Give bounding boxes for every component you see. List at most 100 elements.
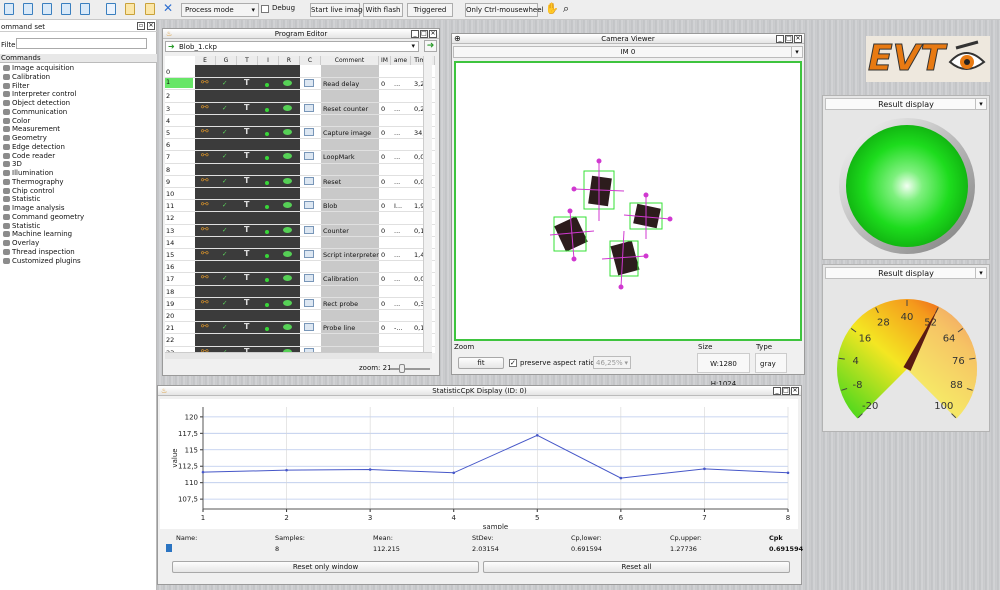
link-icon[interactable]: ⚯ bbox=[201, 103, 209, 113]
command-item[interactable]: Illumination bbox=[3, 169, 53, 178]
row-number[interactable]: 0 bbox=[166, 68, 194, 76]
row-im[interactable]: 0 bbox=[381, 227, 385, 235]
status-dot-icon[interactable] bbox=[265, 132, 269, 136]
row-number[interactable]: 16 bbox=[166, 263, 194, 271]
row-number[interactable]: 2 bbox=[166, 92, 194, 100]
row-comment[interactable]: Capture image bbox=[323, 129, 371, 137]
visible-eye-icon[interactable] bbox=[283, 104, 292, 111]
status-dot-icon[interactable] bbox=[265, 107, 269, 112]
text-icon[interactable]: T bbox=[244, 176, 249, 185]
text-icon[interactable]: T bbox=[244, 225, 249, 234]
text-icon[interactable]: T bbox=[244, 127, 249, 136]
command-item[interactable]: Statistic bbox=[3, 195, 40, 204]
column-header[interactable]: R bbox=[279, 56, 300, 65]
horizontal-scrollbar[interactable] bbox=[165, 352, 432, 359]
command-item[interactable]: Filter bbox=[3, 82, 29, 91]
row-ame[interactable]: ... bbox=[394, 178, 400, 186]
command-item[interactable]: Code reader bbox=[3, 152, 55, 161]
zoom-tool-icon[interactable]: ⌕ bbox=[563, 2, 569, 16]
visible-eye-icon[interactable] bbox=[283, 177, 292, 184]
check-icon[interactable]: ✓ bbox=[222, 250, 227, 258]
zoom-value-spinbox[interactable]: 46,25% ▾ bbox=[593, 356, 631, 369]
mode-select[interactable]: Process mode ▾ bbox=[181, 3, 259, 17]
row-im[interactable]: 0 bbox=[381, 251, 385, 259]
status-dot-icon[interactable] bbox=[265, 254, 269, 258]
command-item[interactable]: Measurement bbox=[3, 125, 60, 134]
link-icon[interactable]: ⚯ bbox=[201, 200, 209, 210]
column-header[interactable]: C bbox=[300, 56, 321, 65]
row-number[interactable]: 10 bbox=[166, 190, 194, 198]
row-number[interactable]: 12 bbox=[166, 214, 194, 222]
only-ctrl-mousewheel-button[interactable]: Only Ctrl-mousewheel bbox=[465, 3, 543, 17]
page-icon[interactable] bbox=[106, 3, 116, 15]
link-icon[interactable]: ⚯ bbox=[201, 322, 209, 332]
text-icon[interactable]: T bbox=[244, 103, 249, 112]
row-im[interactable]: 0 bbox=[381, 324, 385, 332]
command-item[interactable]: Thread inspection bbox=[3, 248, 75, 257]
close-icon[interactable]: ✕ bbox=[791, 387, 799, 395]
visible-eye-icon[interactable] bbox=[283, 129, 292, 135]
row-number[interactable]: 21 bbox=[166, 324, 194, 332]
maximize-icon[interactable]: □ bbox=[420, 30, 428, 38]
check-icon[interactable]: ✓ bbox=[222, 323, 227, 331]
status-dot-icon[interactable] bbox=[265, 302, 269, 307]
row-number[interactable]: 11 bbox=[166, 202, 194, 210]
command-item[interactable]: Calibration bbox=[3, 73, 50, 82]
close-icon[interactable]: ✕ bbox=[147, 22, 155, 30]
command-item[interactable]: Customized plugins bbox=[3, 257, 81, 266]
row-ame[interactable]: I... bbox=[394, 202, 402, 210]
command-item[interactable]: Color bbox=[3, 117, 30, 126]
column-header[interactable]: E bbox=[195, 56, 216, 65]
link-icon[interactable]: ⚯ bbox=[201, 127, 209, 137]
row-comment[interactable]: Reset bbox=[323, 178, 341, 186]
column-header[interactable]: T bbox=[237, 56, 258, 65]
check-icon[interactable]: ✓ bbox=[222, 152, 227, 160]
row-comment[interactable]: Reset counter bbox=[323, 105, 368, 113]
row-number[interactable]: 20 bbox=[166, 312, 194, 320]
row-im[interactable]: 0 bbox=[381, 129, 385, 137]
close-icon[interactable]: ✕ bbox=[429, 30, 437, 38]
open-program-icon[interactable] bbox=[23, 3, 33, 15]
column-header[interactable]: I bbox=[258, 56, 279, 65]
command-item[interactable]: Thermography bbox=[3, 178, 64, 187]
with-flash-button[interactable]: With flash bbox=[363, 3, 403, 17]
row-comment[interactable]: Counter bbox=[323, 227, 349, 235]
command-item[interactable]: Edge detection bbox=[3, 143, 65, 152]
link-icon[interactable]: ⚯ bbox=[201, 225, 209, 235]
triggered-button[interactable]: Triggered bbox=[407, 3, 453, 17]
row-ame[interactable]: ... bbox=[394, 227, 400, 235]
add-icon[interactable]: ⊕ bbox=[454, 34, 461, 44]
export-icon[interactable] bbox=[80, 3, 90, 15]
command-item[interactable]: Image acquisition bbox=[3, 64, 74, 73]
save-program-icon[interactable] bbox=[42, 3, 52, 15]
row-number[interactable]: 18 bbox=[166, 288, 194, 296]
column-header[interactable]: IM bbox=[379, 56, 391, 65]
command-item[interactable]: Object detection bbox=[3, 99, 70, 108]
command-item[interactable]: Statistic bbox=[3, 222, 40, 231]
start-live-image-button[interactable]: Start live image bbox=[310, 3, 367, 17]
check-icon[interactable]: ✓ bbox=[222, 201, 227, 209]
command-item[interactable]: Machine learning bbox=[3, 230, 72, 239]
link-icon[interactable]: ⚯ bbox=[201, 298, 209, 308]
row-ame[interactable]: ... bbox=[394, 80, 400, 88]
reset-all-button[interactable]: Reset all bbox=[483, 561, 790, 573]
row-number[interactable]: 4 bbox=[166, 117, 194, 125]
row-comment[interactable]: Script interpreter bbox=[323, 251, 379, 259]
link-icon[interactable]: ⚯ bbox=[201, 273, 209, 283]
check-icon[interactable]: ✓ bbox=[222, 274, 227, 282]
link-icon[interactable]: ⚯ bbox=[201, 249, 209, 259]
row-im[interactable]: 0 bbox=[381, 300, 385, 308]
command-item[interactable]: Command geometry bbox=[3, 213, 84, 222]
check-icon[interactable]: ✓ bbox=[222, 177, 227, 185]
command-item[interactable]: Chip control bbox=[3, 187, 54, 196]
import-icon[interactable] bbox=[61, 3, 71, 15]
fit-button[interactable]: fit bbox=[458, 357, 504, 369]
vertical-scrollbar[interactable] bbox=[423, 56, 432, 353]
row-number[interactable]: 22 bbox=[166, 336, 194, 344]
text-icon[interactable]: T bbox=[244, 200, 249, 209]
row-im[interactable]: 0 bbox=[381, 153, 385, 161]
row-ame[interactable]: ... bbox=[394, 129, 400, 137]
row-number[interactable]: 15 bbox=[166, 251, 194, 259]
column-header[interactable]: ame bbox=[391, 56, 411, 65]
link-icon[interactable]: ⚯ bbox=[201, 176, 209, 186]
